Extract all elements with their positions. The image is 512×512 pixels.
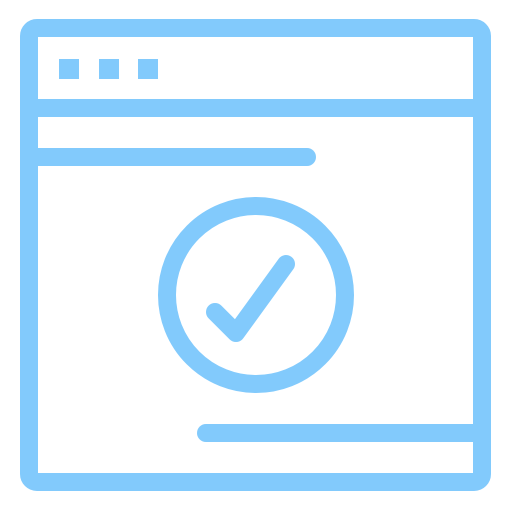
window-control-dots-icon	[59, 59, 158, 79]
window-dot-2	[99, 59, 119, 79]
browser-window-checkmark-icon	[20, 19, 491, 491]
browser-window-frame	[20, 19, 491, 491]
browser-check-icon-root	[0, 0, 512, 512]
checkmark-icon	[206, 255, 295, 342]
window-dot-1	[59, 59, 79, 79]
window-dot-3	[138, 59, 158, 79]
